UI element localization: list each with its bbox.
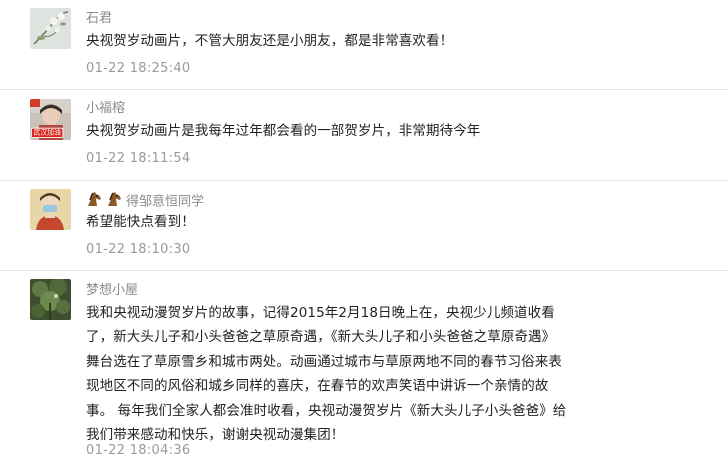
comment-nickname[interactable]: 石君 — [86, 10, 112, 28]
comment-item: 梦想小屋 我和央视动漫贺岁片的故事，记得2015年2月18日晚上在，央视少儿频道… — [0, 271, 728, 471]
comment-text-line: 现地区不同的风俗和城乡同样的喜庆，在春节的欢声笑语中讲诉一个亲情的故 — [86, 378, 549, 395]
comment-time: 01-22 18:04:36 — [86, 443, 191, 458]
masked-person-avatar[interactable] — [30, 189, 71, 230]
avatar-badge: 武汉加油 — [31, 127, 64, 138]
child-photo-avatar[interactable]: 武汉加油 — [30, 99, 71, 140]
comment-text-line: 舞台选在了草原雪乡和城市两处。动画通过城市与草原两地不同的春节习俗来表 — [86, 353, 562, 370]
comment-list: 石君 央视贺岁动画片，不管大朋友还是小朋友，都是非常喜欢看！ 01-22 18:… — [0, 0, 728, 471]
comment-text-line: 我和央视动漫贺岁片的故事，记得2015年2月18日晚上在，央视少儿频道收看 — [86, 305, 555, 321]
comment-nickname[interactable]: 小福榕 — [86, 100, 125, 118]
comment-text: 我和央视动漫贺岁片的故事，记得2015年2月18日晚上在，央视少儿频道收看 了，… — [86, 301, 646, 447]
comment-text-line: 事。 每年我们全家人都会准时收看，央视动漫贺岁片《新大头儿子小头爸爸》给 — [86, 402, 567, 419]
comment-text-line: 了，新大头儿子和小头爸爸之草原奇遇，《新大头儿子和小头爸爸之草原奇遇》 — [86, 329, 556, 346]
comment-time: 01-22 18:10:30 — [86, 242, 191, 257]
nickname-label: 得邹意恒同学 — [126, 194, 205, 210]
comment-text: 央视贺岁动画片是我每年过年都会看的一部贺岁片，非常期待今年 — [86, 123, 481, 139]
flower-branch-avatar[interactable] — [30, 8, 71, 49]
comment-nickname[interactable]: 梦想小屋 — [86, 282, 138, 300]
plant-photo-avatar[interactable] — [30, 279, 71, 320]
comment-time: 01-22 18:25:40 — [86, 61, 191, 76]
comment-text: 希望能快点看到！ — [86, 214, 195, 230]
comment-text: 央视贺岁动画片，不管大朋友还是小朋友，都是非常喜欢看！ — [86, 33, 454, 49]
comment-item: 得邹意恒同学 希望能快点看到！ 01-22 18:10:30 — [0, 181, 728, 270]
comment-item: 石君 央视贺岁动画片，不管大朋友还是小朋友，都是非常喜欢看！ 01-22 18:… — [0, 0, 728, 90]
comment-item: 武汉加油 小福榕 央视贺岁动画片是我每年过年都会看的一部贺岁片，非常期待今年 0… — [0, 90, 728, 181]
comment-time: 01-22 18:11:54 — [86, 151, 191, 166]
